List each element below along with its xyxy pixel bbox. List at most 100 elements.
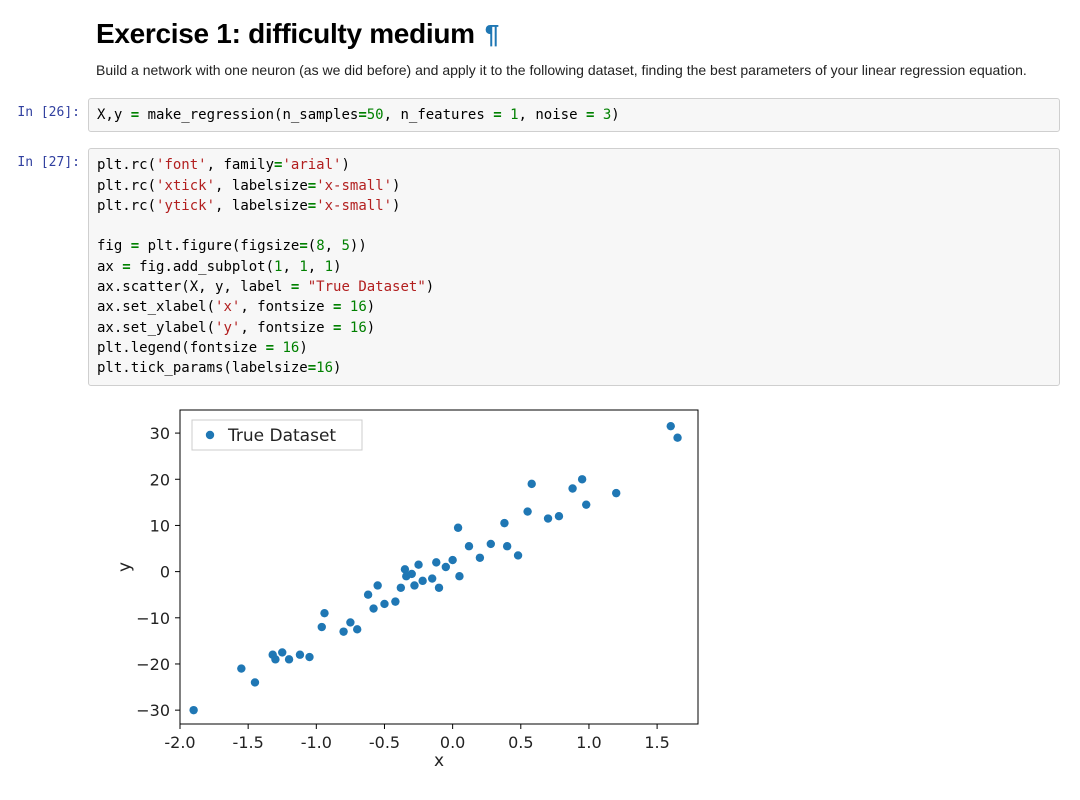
data-point bbox=[320, 609, 328, 617]
data-point bbox=[397, 583, 405, 591]
data-point bbox=[418, 576, 426, 584]
num: 50 bbox=[367, 107, 384, 123]
markdown-paragraph: Build a network with one neuron (as we d… bbox=[96, 62, 1060, 78]
y-axis-label: y bbox=[115, 562, 135, 572]
t: , fontsize bbox=[240, 320, 333, 336]
str: 'arial' bbox=[282, 157, 341, 173]
data-point bbox=[189, 706, 197, 714]
scatter-chart: -2.0-1.5-1.0-0.50.00.51.01.5−30−20−10010… bbox=[108, 402, 1060, 772]
data-point bbox=[555, 512, 563, 520]
num: 1 bbox=[325, 259, 333, 275]
data-point bbox=[503, 542, 511, 550]
str: 'xtick' bbox=[156, 178, 215, 194]
t: ) bbox=[392, 178, 400, 194]
data-point bbox=[428, 574, 436, 582]
t: , labelsize bbox=[215, 178, 308, 194]
data-point bbox=[432, 558, 440, 566]
data-point bbox=[476, 553, 484, 561]
data-point bbox=[667, 422, 675, 430]
op: = bbox=[299, 238, 307, 254]
data-point bbox=[568, 484, 576, 492]
data-point bbox=[465, 542, 473, 550]
y-tick-label: −20 bbox=[136, 655, 170, 674]
op: = bbox=[131, 238, 139, 254]
str: 'x-small' bbox=[316, 198, 392, 214]
x-tick-label: 0.0 bbox=[440, 733, 465, 752]
header-anchor-icon[interactable]: ¶ bbox=[485, 21, 499, 47]
data-point bbox=[455, 572, 463, 580]
data-point bbox=[251, 678, 259, 686]
t: plt.rc( bbox=[97, 157, 156, 173]
num: 8 bbox=[316, 238, 324, 254]
sp bbox=[341, 320, 349, 336]
code-cell-26: In [26]: X,y = make_regression(n_samples… bbox=[0, 98, 1080, 132]
data-point bbox=[514, 551, 522, 559]
data-point bbox=[296, 650, 304, 658]
y-tick-label: −10 bbox=[136, 608, 170, 627]
code-text: X,y bbox=[97, 107, 131, 123]
data-point bbox=[364, 590, 372, 598]
data-point bbox=[271, 655, 279, 663]
num: 16 bbox=[316, 360, 333, 376]
legend-label: True Dataset bbox=[227, 426, 336, 446]
data-point bbox=[612, 488, 620, 496]
t: , fontsize bbox=[240, 299, 333, 315]
data-point bbox=[237, 664, 245, 672]
x-tick-label: 0.5 bbox=[508, 733, 533, 752]
str: 'font' bbox=[156, 157, 207, 173]
t: , family bbox=[207, 157, 274, 173]
x-tick-label: 1.0 bbox=[576, 733, 601, 752]
t: ax bbox=[97, 259, 122, 275]
op: = bbox=[131, 107, 139, 123]
data-point bbox=[523, 507, 531, 515]
t: ) bbox=[341, 157, 349, 173]
t: plt.legend(fontsize bbox=[97, 340, 266, 356]
code-input[interactable]: plt.rc('font', family='arial') plt.rc('x… bbox=[88, 148, 1060, 385]
t: )) bbox=[350, 238, 367, 254]
x-axis-label: x bbox=[434, 751, 444, 771]
num: 1 bbox=[510, 107, 518, 123]
data-point bbox=[435, 583, 443, 591]
t: ) bbox=[426, 279, 434, 295]
y-tick-label: 10 bbox=[150, 516, 170, 535]
data-point bbox=[346, 618, 354, 626]
op: = bbox=[308, 360, 316, 376]
op: = bbox=[266, 340, 274, 356]
data-point bbox=[544, 514, 552, 522]
num: 16 bbox=[282, 340, 299, 356]
op: = bbox=[122, 259, 130, 275]
markdown-cell: Exercise 1: difficulty medium ¶ Build a … bbox=[0, 18, 1080, 78]
notebook: Exercise 1: difficulty medium ¶ Build a … bbox=[0, 0, 1080, 800]
t: plt.rc( bbox=[97, 198, 156, 214]
x-tick-label: 1.5 bbox=[644, 733, 669, 752]
output-cell: -2.0-1.5-1.0-0.50.00.51.01.5−30−20−10010… bbox=[0, 402, 1080, 772]
num: 5 bbox=[341, 238, 349, 254]
data-point bbox=[278, 648, 286, 656]
code-input[interactable]: X,y = make_regression(n_samples=50, n_fe… bbox=[88, 98, 1060, 132]
data-point bbox=[410, 581, 418, 589]
y-tick-label: 20 bbox=[150, 470, 170, 489]
input-prompt: In [27]: bbox=[0, 148, 88, 170]
num: 3 bbox=[603, 107, 611, 123]
data-point bbox=[500, 518, 508, 526]
x-tick-label: -0.5 bbox=[369, 733, 400, 752]
num: 16 bbox=[350, 299, 367, 315]
data-point bbox=[401, 565, 409, 573]
data-point bbox=[408, 569, 416, 577]
heading-text: Exercise 1: difficulty medium bbox=[96, 18, 475, 50]
y-tick-label: 30 bbox=[150, 424, 170, 443]
op: = bbox=[493, 107, 501, 123]
data-point bbox=[353, 625, 361, 633]
t: fig bbox=[97, 238, 131, 254]
t: , labelsize bbox=[215, 198, 308, 214]
data-point bbox=[442, 562, 450, 570]
t: ax.set_xlabel( bbox=[97, 299, 215, 315]
num: 16 bbox=[350, 320, 367, 336]
t: ax.set_ylabel( bbox=[97, 320, 215, 336]
y-tick-label: 0 bbox=[160, 562, 170, 581]
data-point bbox=[454, 523, 462, 531]
t: ( bbox=[308, 238, 316, 254]
data-point bbox=[339, 627, 347, 635]
str: 'x-small' bbox=[316, 178, 392, 194]
t: , bbox=[282, 259, 299, 275]
